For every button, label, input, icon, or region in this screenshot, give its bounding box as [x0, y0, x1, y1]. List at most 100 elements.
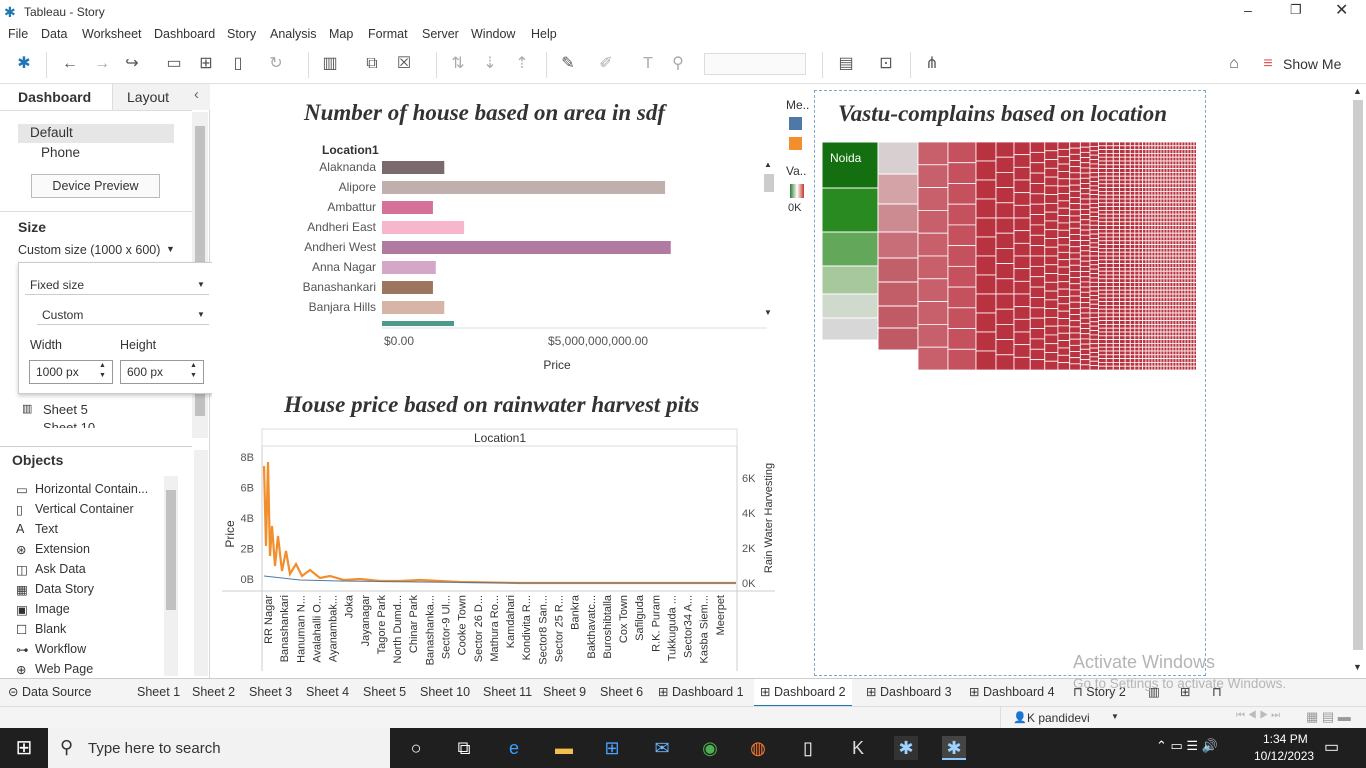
treemap-cell[interactable]: [1105, 335, 1114, 341]
treemap-cell[interactable]: [877, 281, 919, 307]
treemap-cell[interactable]: [1138, 152, 1144, 158]
treemap-cell[interactable]: [1142, 285, 1147, 291]
treemap-cell[interactable]: [1169, 308, 1174, 314]
treemap-cell[interactable]: [1166, 350, 1171, 356]
treemap-cell[interactable]: [1154, 152, 1159, 158]
treemap-cell[interactable]: [1105, 179, 1114, 185]
duplicate-sheet-icon[interactable]: ⧉: [362, 54, 382, 74]
treemap-cell[interactable]: [1129, 194, 1136, 200]
treemap-cell[interactable]: [1151, 168, 1156, 173]
treemap-cell[interactable]: [1134, 142, 1140, 147]
treemap-cell[interactable]: [1124, 240, 1131, 246]
treemap-cell[interactable]: [1172, 361, 1177, 367]
treemap-cell[interactable]: [1169, 270, 1174, 276]
treemap-cell[interactable]: [1178, 316, 1183, 322]
treemap-cell[interactable]: [1138, 274, 1144, 280]
treemap-cell[interactable]: [1138, 312, 1144, 318]
treemap-cell[interactable]: [1157, 142, 1162, 147]
treemap-cell[interactable]: [1148, 267, 1153, 272]
treemap-cell[interactable]: [1157, 164, 1162, 169]
treemap-cell[interactable]: [1166, 339, 1171, 344]
treemap-cell[interactable]: [1098, 263, 1107, 268]
treemap-cell[interactable]: [995, 156, 1015, 173]
treemap-cell[interactable]: [1160, 221, 1165, 227]
treemap-cell[interactable]: [1175, 282, 1180, 287]
treemap-cell[interactable]: [1098, 293, 1107, 299]
treemap-cell[interactable]: [1193, 297, 1196, 303]
treemap-cell[interactable]: [1134, 308, 1140, 314]
treemap-cell[interactable]: [1151, 270, 1156, 276]
treemap-cell[interactable]: [1193, 285, 1196, 291]
treemap-cell[interactable]: [1148, 240, 1153, 246]
treemap-cell[interactable]: [1142, 152, 1147, 158]
treemap-cell[interactable]: [1013, 280, 1031, 295]
treemap-cell[interactable]: [1029, 317, 1046, 329]
treemap-cell[interactable]: [1169, 168, 1174, 173]
treemap-cell[interactable]: [1190, 327, 1195, 333]
treemap-cell[interactable]: [1187, 335, 1192, 341]
treemap-cell[interactable]: [1057, 354, 1071, 364]
treemap-cell[interactable]: [1138, 206, 1144, 211]
treemap-cell[interactable]: [1175, 297, 1180, 303]
treemap-cell[interactable]: [1134, 331, 1140, 337]
treemap-cell[interactable]: [1190, 316, 1195, 322]
treemap-cell[interactable]: [1151, 160, 1156, 166]
treemap-cell[interactable]: [1105, 263, 1114, 268]
treemap-cell[interactable]: [1105, 251, 1114, 257]
treemap-cell[interactable]: [1142, 191, 1147, 196]
treemap-cell[interactable]: [1160, 198, 1165, 204]
treemap-cell[interactable]: [1119, 198, 1126, 204]
treemap-cell[interactable]: [1169, 358, 1174, 363]
treemap-cell[interactable]: [1184, 331, 1189, 337]
treemap-cell[interactable]: [1119, 225, 1126, 230]
treemap-cell[interactable]: [1105, 285, 1114, 291]
treemap-cell[interactable]: [1148, 152, 1153, 158]
treemap-cell[interactable]: [1181, 274, 1186, 280]
treemap-cell[interactable]: [1098, 142, 1107, 147]
treemap-cell[interactable]: [917, 301, 949, 325]
treemap-cell[interactable]: [1145, 149, 1150, 154]
treemap-cell[interactable]: [1098, 244, 1107, 249]
treemap-cell[interactable]: [1112, 301, 1120, 306]
treemap-cell[interactable]: [1178, 156, 1183, 162]
treemap-cell[interactable]: [1184, 267, 1189, 272]
treemap-cell[interactable]: [1169, 191, 1174, 196]
treemap-cell[interactable]: [1172, 229, 1177, 234]
close-icon[interactable]: ✕: [1335, 0, 1348, 20]
treemap-cell[interactable]: [1187, 142, 1192, 147]
treemap-cell[interactable]: [1138, 255, 1144, 261]
treemap-cell[interactable]: [1151, 293, 1156, 299]
treemap-cell[interactable]: [1184, 255, 1189, 261]
treemap-cell[interactable]: [1178, 293, 1183, 299]
treemap-cell[interactable]: [1157, 354, 1162, 360]
treemap-cell[interactable]: [1154, 320, 1159, 325]
treemap-cell[interactable]: [1169, 145, 1174, 150]
treemap-cell[interactable]: [1193, 175, 1196, 181]
treemap-cell[interactable]: [1112, 210, 1120, 215]
bar[interactable]: [382, 221, 465, 234]
treemap-cell[interactable]: [1163, 312, 1168, 318]
treemap-cell[interactable]: [1181, 335, 1186, 341]
treemap-cell[interactable]: [1134, 160, 1140, 166]
treemap-cell[interactable]: [1154, 301, 1159, 306]
device-preview-button[interactable]: Device Preview: [31, 174, 160, 198]
treemap-cell[interactable]: [1181, 354, 1186, 360]
treemap-cell[interactable]: [1175, 251, 1180, 257]
treemap-cell[interactable]: [1157, 191, 1162, 196]
treemap-cell[interactable]: [1175, 168, 1180, 173]
treemap-cell[interactable]: [1142, 236, 1147, 242]
treemap-cell[interactable]: [1069, 307, 1081, 315]
treemap-cell[interactable]: [1169, 142, 1174, 147]
treemap-cell[interactable]: [1138, 323, 1144, 329]
treemap-cell[interactable]: [1129, 301, 1136, 306]
treemap-cell[interactable]: [1172, 221, 1177, 227]
treemap-cell[interactable]: [1169, 236, 1174, 242]
treemap-cell[interactable]: [1184, 152, 1189, 158]
treemap-cell[interactable]: [1145, 213, 1150, 219]
treemap-cell[interactable]: [1163, 278, 1168, 284]
treemap-cell[interactable]: [1151, 171, 1156, 177]
treemap-cell[interactable]: [1190, 206, 1195, 211]
treemap-cell[interactable]: [1124, 285, 1131, 291]
treemap-cell[interactable]: [1124, 168, 1131, 173]
treemap-cell[interactable]: [1193, 278, 1196, 284]
